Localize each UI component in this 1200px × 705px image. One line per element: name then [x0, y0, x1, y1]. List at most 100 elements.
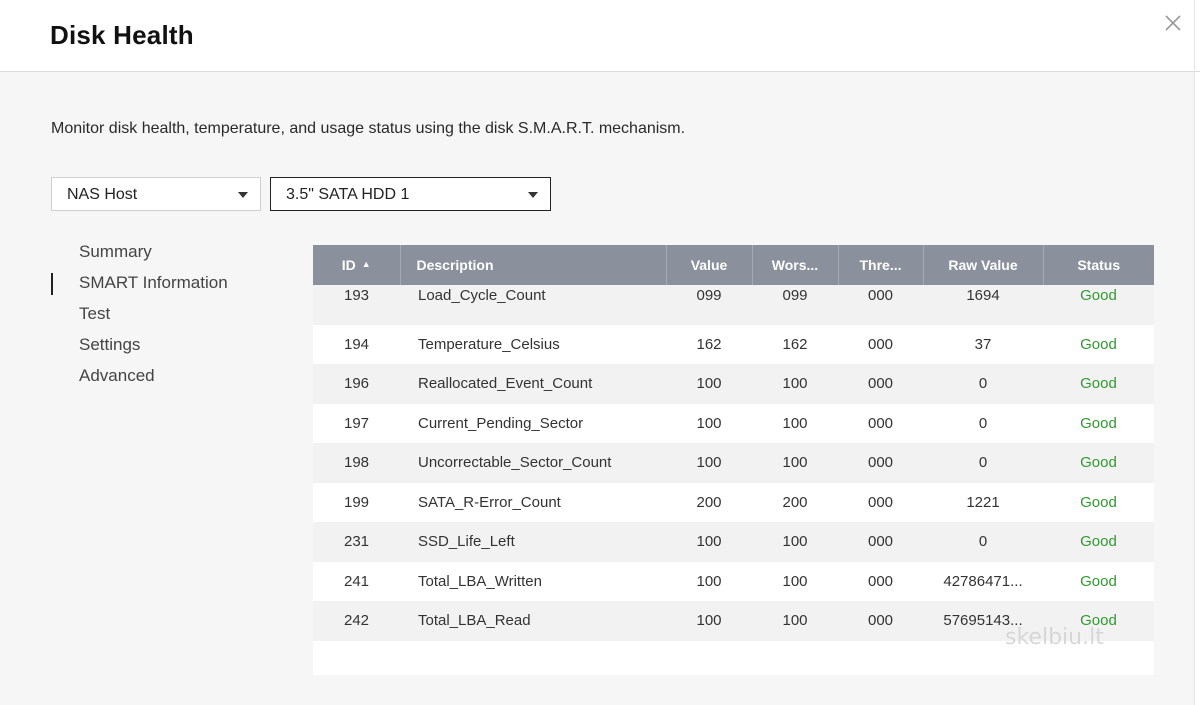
chevron-down-icon: [528, 192, 538, 198]
cell-threshold: 000: [867, 533, 894, 551]
cell-status: Good: [1080, 454, 1117, 472]
cell-raw-value: 0: [978, 375, 988, 393]
cell-threshold: 000: [867, 454, 894, 472]
table-header-row: ID ▲ Description Value Wors... Thre... Ra…: [313, 245, 1154, 285]
cell-value: 100: [696, 454, 722, 472]
cell-raw-value: 0: [978, 533, 988, 551]
disk-select-value: 3.5" SATA HDD 1: [286, 186, 410, 203]
watermark: skelbiu.lt: [1005, 625, 1104, 650]
cell-raw-value: 1221: [966, 493, 1000, 511]
column-header-status[interactable]: Status: [1043, 245, 1154, 285]
cell-description: Load_Cycle_Count: [418, 287, 546, 304]
cell-id: 196: [343, 375, 370, 393]
cell-value: 100: [696, 414, 722, 432]
nav-item-advanced[interactable]: Advanced: [50, 364, 290, 395]
dialog-edge: [1194, 0, 1195, 705]
cell-worst: 200: [782, 493, 808, 511]
cell-worst: 100: [782, 375, 808, 393]
smart-table-body: 193 Load_Cycle_Count 099 099 000 1694 Go…: [313, 285, 1154, 641]
cell-worst: 100: [782, 414, 808, 432]
cell-description: Total_LBA_Read: [418, 612, 531, 630]
cell-raw-value: 1694: [966, 287, 1000, 304]
table-row[interactable]: 231 SSD_Life_Left 100 100 000 0 Good: [313, 522, 1154, 562]
table-row[interactable]: 198 Uncorrectable_Sector_Count 100 100 0…: [313, 443, 1154, 483]
close-icon: [1165, 15, 1181, 31]
cell-raw-value: 0: [978, 414, 988, 432]
side-nav: Summary SMART Information Test Settings …: [50, 240, 290, 395]
cell-value: 162: [696, 335, 722, 353]
close-button[interactable]: [1162, 12, 1184, 34]
cell-status: Good: [1080, 533, 1117, 551]
column-header-description[interactable]: Description: [400, 245, 667, 285]
column-header-threshold[interactable]: Thre...: [838, 245, 924, 285]
cell-status: Good: [1080, 414, 1117, 432]
host-select[interactable]: NAS Host: [51, 177, 261, 211]
cell-raw-value: 37: [974, 335, 992, 353]
dialog-title: Disk Health: [50, 20, 194, 50]
cell-threshold: 000: [867, 335, 894, 353]
cell-description: SATA_R-Error_Count: [418, 493, 561, 511]
cell-worst: 100: [782, 572, 808, 590]
cell-status: Good: [1080, 493, 1117, 511]
cell-raw-value: 42786471...: [943, 572, 1023, 590]
cell-description: Uncorrectable_Sector_Count: [418, 454, 612, 472]
cell-worst: 099: [782, 287, 808, 304]
table-row[interactable]: 193 Load_Cycle_Count 099 099 000 1694 Go…: [313, 285, 1154, 325]
cell-id: 197: [343, 414, 370, 432]
cell-threshold: 000: [867, 287, 894, 304]
cell-value: 099: [696, 287, 722, 304]
cell-status: Good: [1080, 287, 1117, 304]
cell-id: 231: [343, 533, 370, 551]
cell-worst: 162: [782, 335, 808, 353]
cell-description: Temperature_Celsius: [418, 335, 560, 353]
column-header-id[interactable]: ID ▲: [313, 245, 401, 285]
cell-description: Total_LBA_Written: [418, 572, 542, 590]
table-row[interactable]: 197 Current_Pending_Sector 100 100 000 0…: [313, 403, 1154, 443]
dialog-header: Disk Health: [0, 0, 1200, 72]
cell-threshold: 000: [867, 493, 894, 511]
cell-threshold: 000: [867, 375, 894, 393]
cell-id: 194: [343, 335, 370, 353]
cell-description: Reallocated_Event_Count: [418, 375, 593, 393]
cell-status: Good: [1080, 572, 1117, 590]
cell-threshold: 000: [867, 414, 894, 432]
cell-threshold: 000: [867, 572, 894, 590]
smart-table-container: ID ▲ Description Value Wors... Thre... Ra…: [313, 245, 1154, 675]
cell-threshold: 000: [867, 612, 894, 630]
table-row[interactable]: 196 Reallocated_Event_Count 100 100 000 …: [313, 364, 1154, 404]
cell-value: 100: [696, 533, 722, 551]
cell-status: Good: [1080, 375, 1117, 393]
cell-status: Good: [1080, 335, 1117, 353]
disk-select[interactable]: 3.5" SATA HDD 1: [270, 177, 551, 211]
cell-id: 241: [343, 572, 370, 590]
host-select-value: NAS Host: [67, 186, 138, 203]
dialog-description: Monitor disk health, temperature, and us…: [51, 120, 686, 137]
cell-description: SSD_Life_Left: [418, 533, 515, 551]
cell-worst: 100: [782, 533, 808, 551]
table-row[interactable]: 199 SATA_R-Error_Count 200 200 000 1221 …: [313, 482, 1154, 522]
cell-value: 100: [696, 375, 722, 393]
cell-value: 100: [696, 572, 722, 590]
cell-worst: 100: [782, 612, 808, 630]
column-header-raw-value[interactable]: Raw Value: [923, 245, 1044, 285]
cell-id: 193: [343, 287, 370, 304]
table-row[interactable]: 241 Total_LBA_Written 100 100 000 427864…: [313, 561, 1154, 601]
table-row[interactable]: 194 Temperature_Celsius 162 162 000 37 G…: [313, 324, 1154, 364]
nav-item-smart-information[interactable]: SMART Information: [50, 271, 290, 302]
cell-id: 199: [343, 493, 370, 511]
cell-value: 200: [696, 493, 722, 511]
cell-id: 198: [343, 454, 370, 472]
nav-item-settings[interactable]: Settings: [50, 333, 290, 364]
column-header-worst[interactable]: Wors...: [752, 245, 839, 285]
cell-raw-value: 0: [978, 454, 988, 472]
cell-value: 100: [696, 612, 722, 630]
column-header-value[interactable]: Value: [666, 245, 753, 285]
chevron-down-icon: [238, 192, 248, 198]
cell-id: 242: [343, 612, 370, 630]
cell-description: Current_Pending_Sector: [418, 414, 584, 432]
nav-item-summary[interactable]: Summary: [50, 240, 290, 271]
smart-table: ID ▲ Description Value Wors... Thre... Ra…: [313, 245, 1154, 641]
sort-ascending-icon: ▲: [361, 259, 371, 269]
cell-worst: 100: [782, 454, 808, 472]
nav-item-test[interactable]: Test: [50, 302, 290, 333]
